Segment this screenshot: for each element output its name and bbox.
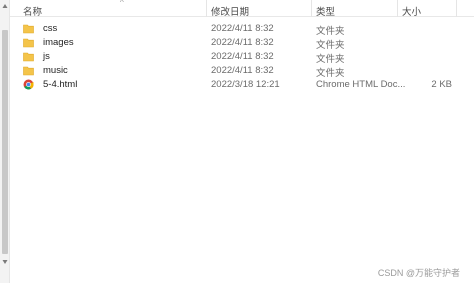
file-name: music — [43, 65, 68, 76]
file-row[interactable]: js 2022/4/11 8:32 文件夹 — [10, 50, 474, 65]
file-type: Chrome HTML Doc... — [316, 79, 406, 90]
column-divider[interactable] — [206, 0, 207, 17]
folder-icon — [23, 52, 34, 62]
column-header-type[interactable]: 类型 — [316, 4, 335, 18]
scroll-up-arrow-icon[interactable] — [2, 3, 8, 9]
folder-icon — [23, 38, 34, 48]
sort-caret-icon: ^ — [120, 0, 124, 7]
file-row[interactable]: images 2022/4/11 8:32 文件夹 — [10, 36, 474, 51]
column-divider[interactable] — [456, 0, 457, 17]
file-name: 5-4.html — [43, 79, 78, 90]
file-type: 文件夹 — [316, 40, 345, 51]
file-date: 2022/4/11 8:32 — [211, 51, 274, 62]
file-size: 2 KB — [431, 79, 452, 90]
file-type: 文件夹 — [316, 54, 345, 65]
file-date: 2022/4/11 8:32 — [211, 65, 274, 76]
column-divider[interactable] — [397, 0, 398, 17]
column-header-date[interactable]: 修改日期 — [211, 4, 249, 18]
file-name: css — [43, 23, 58, 34]
scrollbar-thumb[interactable] — [2, 30, 8, 254]
file-row[interactable]: music 2022/4/11 8:32 文件夹 — [10, 64, 474, 79]
column-header-name[interactable]: 名称 — [23, 4, 42, 18]
scroll-down-arrow-icon[interactable] — [2, 259, 8, 265]
folder-icon — [23, 24, 34, 34]
file-date: 2022/4/11 8:32 — [211, 37, 274, 48]
chrome-icon — [23, 79, 34, 90]
watermark-text: CSDN @万能守护者 — [377, 268, 460, 278]
folder-icon — [23, 66, 34, 76]
column-divider[interactable] — [311, 0, 312, 17]
file-date: 2022/4/11 8:32 — [211, 23, 274, 34]
column-header: ^ 名称 修改日期 类型 大小 — [10, 0, 474, 18]
column-header-size[interactable]: 大小 — [402, 4, 421, 18]
file-row[interactable]: 5-4.html 2022/3/18 12:21 Chrome HTML Doc… — [10, 78, 474, 92]
file-type: 文件夹 — [316, 26, 345, 37]
file-type: 文件夹 — [316, 68, 345, 79]
vertical-scrollbar[interactable] — [0, 0, 10, 283]
file-name: images — [43, 37, 74, 48]
file-row[interactable]: css 2022/4/11 8:32 文件夹 — [10, 22, 474, 37]
file-name: js — [43, 51, 50, 62]
file-date: 2022/3/18 12:21 — [211, 79, 280, 90]
